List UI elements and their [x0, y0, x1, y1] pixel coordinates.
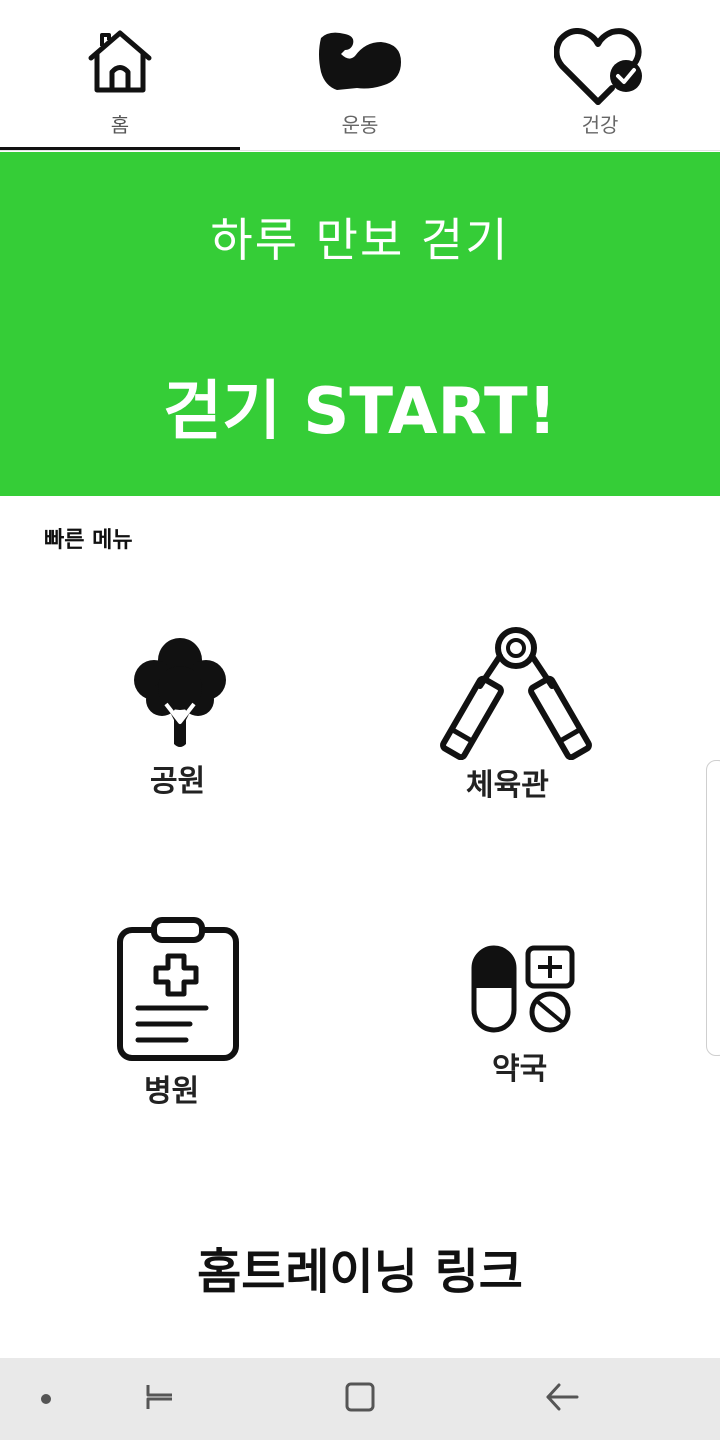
app-screen: 홈 운동 건강 하루 만보 걷기 걷기 START! 빠른 메뉴 공원 체육관 … — [0, 0, 720, 1440]
quick-item-pharmacy[interactable]: 약국 — [466, 942, 582, 1092]
quick-item-park[interactable]: 공원 — [120, 630, 250, 810]
quick-item-pharmacy-label: 약국 — [492, 1052, 548, 1087]
tab-home[interactable]: 홈 — [0, 0, 240, 152]
quick-item-hospital-label: 병원 — [144, 1074, 200, 1109]
tree-icon — [132, 636, 228, 752]
nav-back-button[interactable] — [532, 1358, 592, 1440]
home-square-icon — [344, 1381, 376, 1417]
tab-exercise-label: 운동 — [341, 113, 379, 137]
hand-grip-icon — [430, 626, 602, 764]
back-arrow-icon — [545, 1381, 579, 1417]
quick-item-gym[interactable]: 체육관 — [428, 626, 604, 810]
tab-health-label: 건강 — [581, 113, 619, 137]
quick-item-park-label: 공원 — [150, 764, 206, 799]
banner-subtitle: 하루 만보 걷기 — [210, 213, 510, 267]
recent-apps-icon — [144, 1381, 176, 1417]
quick-menu-title: 빠른 메뉴 — [44, 528, 133, 553]
nav-dot-button[interactable] — [26, 1358, 66, 1440]
quick-item-hospital[interactable]: 병원 — [110, 914, 250, 1114]
nav-home-button[interactable] — [330, 1358, 390, 1440]
heart-check-icon — [553, 28, 646, 110]
dot-icon — [40, 1390, 52, 1409]
edge-panel-handle[interactable] — [706, 760, 720, 1056]
system-nav-bar — [0, 1358, 720, 1440]
tab-home-label: 홈 — [110, 113, 130, 137]
home-training-link[interactable]: 홈트레이닝 링크 — [0, 1242, 720, 1302]
top-tab-bar: 홈 운동 건강 — [0, 0, 720, 152]
tab-health[interactable]: 건강 — [480, 0, 720, 152]
muscle-arm-icon — [315, 28, 405, 98]
walking-banner: 하루 만보 걷기 걷기 START! — [0, 152, 720, 496]
medical-clipboard-icon — [114, 916, 244, 1066]
quick-item-gym-label: 체육관 — [466, 768, 549, 803]
home-icon — [85, 28, 155, 98]
tabbar-divider — [0, 150, 720, 151]
walk-start-button[interactable]: 걷기 START! — [0, 372, 720, 452]
pills-icon — [470, 944, 578, 1040]
tab-exercise[interactable]: 운동 — [240, 0, 480, 152]
nav-recent-apps-button[interactable] — [130, 1358, 190, 1440]
